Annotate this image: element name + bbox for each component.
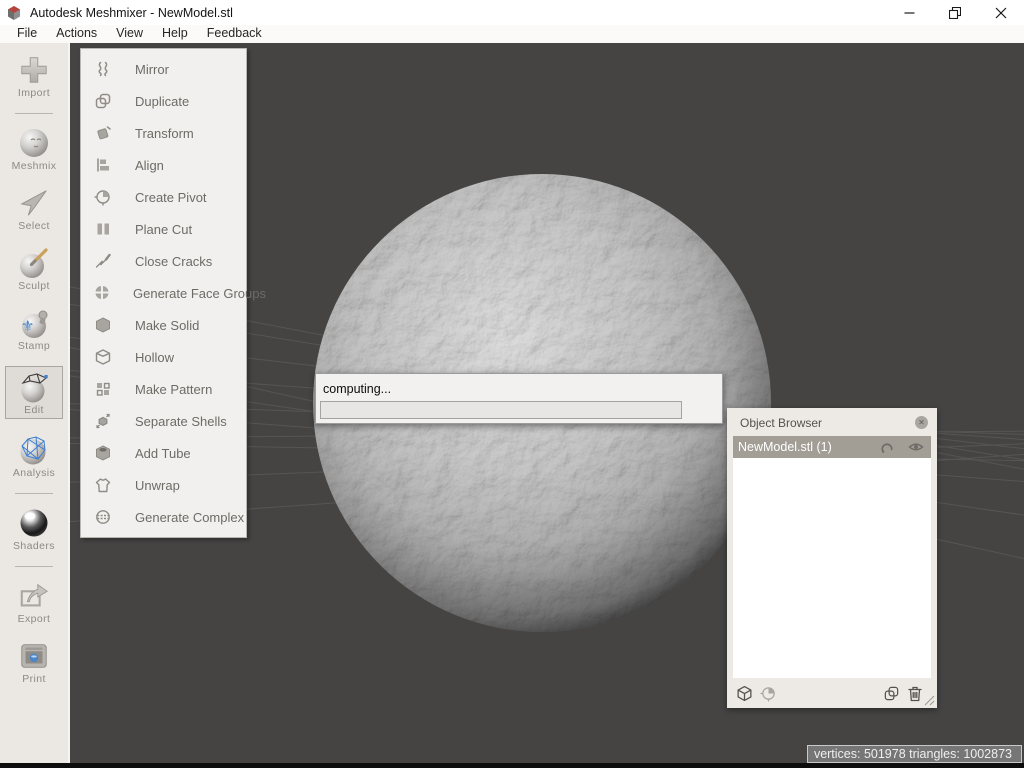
add-tube-icon bbox=[93, 444, 113, 463]
toolbar-analysis-button[interactable]: Analysis bbox=[13, 433, 55, 479]
make-solid-icon bbox=[93, 316, 113, 335]
object-row-label: NewModel.stl (1) bbox=[738, 440, 865, 454]
menu-help[interactable]: Help bbox=[153, 26, 198, 42]
edit-menu-item-mirror[interactable]: Mirror bbox=[81, 53, 246, 85]
edit-menu-item-make-solid[interactable]: Make Solid bbox=[81, 309, 246, 341]
generate-face-groups-icon bbox=[93, 284, 111, 303]
generate-complex-icon bbox=[93, 508, 113, 527]
object-browser-close-icon[interactable]: ✕ bbox=[915, 416, 928, 429]
toolbar-edit-button[interactable]: Edit bbox=[5, 366, 63, 419]
shaders-chrome-sphere-icon bbox=[17, 506, 51, 539]
add-object-cube-icon[interactable] bbox=[736, 685, 753, 702]
meshmix-sphere-icon bbox=[17, 126, 51, 159]
edit-menu-item-close-cracks[interactable]: Close Cracks bbox=[81, 245, 246, 277]
make-pattern-icon bbox=[93, 380, 113, 399]
toolbar-separator bbox=[15, 493, 53, 494]
object-browser-panel: Object Browser ✕ NewModel.stl (1) bbox=[727, 408, 937, 708]
edit-menu-item-align[interactable]: Align bbox=[81, 149, 246, 181]
title-bar: Autodesk Meshmixer - NewModel.stl bbox=[0, 0, 1024, 25]
menu-feedback[interactable]: Feedback bbox=[198, 26, 272, 42]
toolbar-stamp-button[interactable]: ⚜ Stamp bbox=[17, 306, 51, 352]
menu-file[interactable]: File bbox=[8, 26, 47, 42]
object-browser-footer bbox=[736, 685, 923, 702]
object-browser-title: Object Browser bbox=[727, 408, 937, 430]
panel-resize-grip[interactable] bbox=[923, 694, 935, 706]
edit-menu-item-hollow[interactable]: Hollow bbox=[81, 341, 246, 373]
toolbar-export-button[interactable]: Export bbox=[17, 579, 51, 625]
toolbar-select-button[interactable]: Select bbox=[17, 186, 51, 232]
computing-dialog: computing... bbox=[315, 373, 723, 424]
edit-menu-item-plane-cut[interactable]: Plane Cut bbox=[81, 213, 246, 245]
unwrap-icon bbox=[93, 476, 113, 495]
transform-icon bbox=[93, 124, 113, 143]
toolbar-separator bbox=[15, 113, 53, 114]
align-icon bbox=[93, 156, 113, 175]
close-cracks-icon bbox=[93, 252, 113, 271]
create-pivot-icon bbox=[93, 188, 113, 207]
edit-menu-item-create-pivot[interactable]: Create Pivot bbox=[81, 181, 246, 213]
select-arrow-icon bbox=[17, 186, 51, 219]
status-bar: vertices: 501978 triangles: 1002873 bbox=[807, 745, 1022, 763]
menu-bar: File Actions View Help Feedback bbox=[0, 25, 1024, 43]
visibility-eye-icon[interactable] bbox=[908, 441, 924, 453]
toolbar-shaders-button[interactable]: Shaders bbox=[13, 506, 55, 552]
delete-trash-icon[interactable] bbox=[907, 685, 923, 702]
restore-button[interactable] bbox=[932, 0, 978, 25]
edit-menu-item-duplicate[interactable]: Duplicate bbox=[81, 85, 246, 117]
analysis-mesh-sphere-icon bbox=[17, 433, 51, 466]
edit-menu-item-make-pattern[interactable]: Make Pattern bbox=[81, 373, 246, 405]
import-plus-icon bbox=[17, 53, 51, 86]
duplicate-object-icon[interactable] bbox=[883, 685, 900, 702]
toolbar-print-button[interactable]: Print bbox=[17, 639, 51, 685]
edit-menu-item-generate-face-groups[interactable]: Generate Face Groups bbox=[81, 277, 246, 309]
edit-wireframe-sphere-icon bbox=[17, 370, 51, 403]
edit-submenu-panel: Mirror Duplicate Transform bbox=[80, 48, 247, 538]
progress-bar bbox=[320, 401, 682, 419]
object-row-newmodel[interactable]: NewModel.stl (1) bbox=[733, 436, 931, 458]
menu-view[interactable]: View bbox=[107, 26, 153, 42]
stamp-fleur-icon: ⚜ bbox=[17, 306, 51, 339]
toolbar-sculpt-button[interactable]: Sculpt bbox=[17, 246, 51, 292]
export-arrow-icon bbox=[17, 579, 51, 612]
window-title: Autodesk Meshmixer - NewModel.stl bbox=[30, 6, 233, 20]
mirror-icon bbox=[93, 60, 113, 79]
edit-menu-item-transform[interactable]: Transform bbox=[81, 117, 246, 149]
toolbar-separator bbox=[15, 566, 53, 567]
svg-text:⚜: ⚜ bbox=[21, 317, 34, 335]
print-3d-printer-icon bbox=[17, 639, 51, 672]
edit-menu-item-unwrap[interactable]: Unwrap bbox=[81, 469, 246, 501]
hollow-icon bbox=[93, 348, 113, 367]
menu-actions[interactable]: Actions bbox=[47, 26, 107, 42]
meshmixer-logo-icon bbox=[6, 5, 22, 21]
edit-menu-item-generate-complex[interactable]: Generate Complex bbox=[81, 501, 246, 533]
edit-menu-item-separate-shells[interactable]: Separate Shells bbox=[81, 405, 246, 437]
edit-menu-item-add-tube[interactable]: Add Tube bbox=[81, 437, 246, 469]
main-toolbar: Import Meshmix Select bbox=[0, 43, 70, 763]
sculpt-brush-sphere-icon bbox=[17, 246, 51, 279]
object-list: NewModel.stl (1) bbox=[733, 436, 931, 678]
separate-shells-icon bbox=[93, 412, 113, 431]
toolbar-meshmix-button[interactable]: Meshmix bbox=[12, 126, 57, 172]
pivot-icon[interactable] bbox=[760, 685, 777, 702]
magnet-icon[interactable] bbox=[879, 440, 894, 455]
meshmixer-window: Autodesk Meshmixer - NewModel.stl File A… bbox=[0, 0, 1024, 768]
minimize-button[interactable] bbox=[886, 0, 932, 25]
plane-cut-icon bbox=[93, 220, 113, 239]
duplicate-icon bbox=[93, 92, 113, 111]
toolbar-import-button[interactable]: Import bbox=[17, 53, 51, 99]
close-button[interactable] bbox=[978, 0, 1024, 25]
computing-message: computing... bbox=[323, 382, 722, 396]
